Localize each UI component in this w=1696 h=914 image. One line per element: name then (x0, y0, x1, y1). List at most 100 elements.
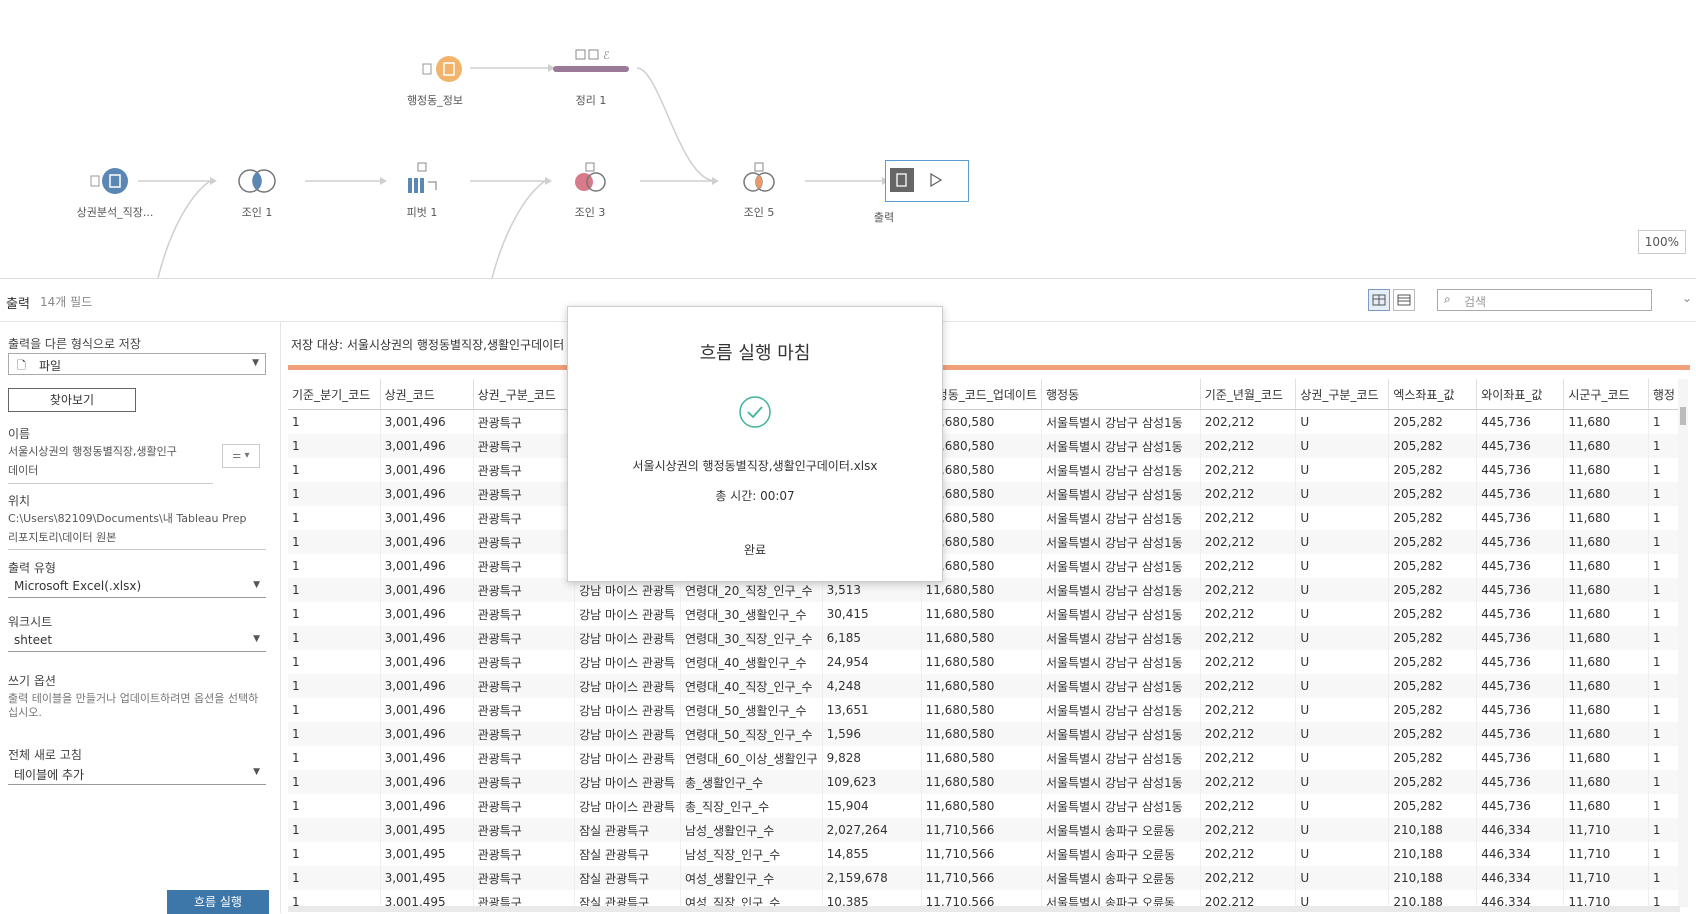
table-row[interactable]: 1 3,001,495 관광특구 잠실 관광특구 여성_직장_인구_수 10,385 11,… (288, 890, 1680, 907)
table-row[interactable]: 1 3,001,496 관광특구 강남 마이스 관광특 총_생활인구_수 109,623 1… (288, 770, 1680, 794)
column-header[interactable]: 상권_구분_코드 (473, 379, 576, 410)
table-row[interactable]: 1 3,001,496 관광특구 11,680,580 서울특별시 강남구 삼성1동 20… (288, 554, 1680, 578)
table-row[interactable]: 1 3,001,496 관광특구 강남 마이스 관광특 연령대_30_직장_인구_수 6,… (288, 626, 1680, 650)
table-cell: 3,001,496 (380, 458, 474, 482)
table-row[interactable]: 1 3,001,496 관광특구 강남 마이스 관광특 연령대_40_생활인구_수 24,… (288, 650, 1680, 674)
table-row[interactable]: 1 3,001,496 관광특구 11,680,580 서울특별시 강남구 삼성1동 20… (288, 458, 1680, 482)
vertical-scrollbar[interactable] (1678, 379, 1688, 907)
table-row[interactable]: 1 3,001,496 관광특구 강남 마이스 관광특 연령대_60_이상_생활인구 9,… (288, 746, 1680, 770)
data-grid[interactable]: 기준_분기_코드상권_코드상권_구분_코드상권_코드_명인구_구분인구_수행정동… (288, 379, 1680, 907)
table-cell: 445,736 (1476, 794, 1565, 818)
table-row[interactable]: 1 3,001,496 관광특구 11,680,580 서울특별시 강남구 삼성1동 20… (288, 530, 1680, 554)
pane-title: 출력 (6, 297, 30, 312)
column-header[interactable]: 기준_분기_코드 (288, 379, 381, 410)
table-cell: 1 (288, 794, 381, 818)
table-row[interactable]: 1 3,001,496 관광특구 강남 마이스 관광특 연령대_50_직장_인구_수 1,… (288, 722, 1680, 746)
table-cell: U (1295, 698, 1390, 722)
collapse-chevron-icon[interactable]: ⌄ (1682, 291, 1692, 305)
list-view-button[interactable] (1393, 289, 1415, 311)
table-cell: 202,212 (1200, 746, 1297, 770)
table-cell: 강남 마이스 관광특 (574, 626, 681, 650)
table-cell: 서울특별시 강남구 삼성1동 (1041, 674, 1201, 698)
table-row[interactable]: 1 3,001,496 관광특구 강남 마이스 관광특 연령대_50_생활인구_수 13,… (288, 698, 1680, 722)
table-cell: 관광특구 (473, 506, 576, 530)
table-cell: 445,736 (1476, 554, 1565, 578)
table-cell: 202,212 (1200, 506, 1297, 530)
column-header[interactable]: 엑스좌표_값 (1388, 379, 1478, 410)
document-icon (90, 168, 128, 194)
table-cell: 202,212 (1200, 794, 1297, 818)
table-cell: 445,736 (1476, 506, 1565, 530)
table-cell: U (1295, 626, 1390, 650)
table-cell: 210,188 (1388, 842, 1478, 866)
table-cell: 1 (288, 842, 381, 866)
column-header[interactable]: 행정동 (1041, 379, 1201, 410)
refresh-dropdown[interactable]: 테이블에 추가 ▼ (8, 763, 266, 785)
table-cell: 445,736 (1476, 674, 1565, 698)
table-cell: 205,282 (1388, 794, 1478, 818)
table-row[interactable]: 1 3,001,496 관광특구 11,680,580 서울특별시 강남구 삼성1동 20… (288, 482, 1680, 506)
table-cell: 1 (1648, 578, 1680, 602)
table-row[interactable]: 1 3,001,496 관광특구 11,680,580 서울특별시 강남구 삼성1동 20… (288, 434, 1680, 458)
table-cell: 3,001,496 (380, 626, 474, 650)
column-header[interactable]: 기준_년월_코드 (1200, 379, 1297, 410)
table-row[interactable]: 1 3,001,496 관광특구 강남 마이스 관광특 연령대_30_생활인구_수 30,… (288, 602, 1680, 626)
flow-node-pivot1[interactable]: 피벗 1 (352, 160, 492, 220)
flow-canvas[interactable]: 행정동_정보 ℰ 정리 1 상권분석_직장... 조인 1 피벗 1 조인 3 … (0, 0, 1696, 278)
worksheet-dropdown[interactable]: shteet ▼ (8, 630, 266, 652)
table-row[interactable]: 1 3,001,495 관광특구 잠실 관광특구 남성_직장_인구_수 14,855 11,… (288, 842, 1680, 866)
table-cell: 서울특별시 송파구 오륜동 (1041, 890, 1201, 907)
table-cell: 관광특구 (473, 794, 576, 818)
table-cell: 1 (288, 530, 381, 554)
flow-node-trade-area[interactable]: 상권분석_직장... (45, 166, 185, 220)
table-cell: 3,001,496 (380, 770, 474, 794)
search-input[interactable]: ⌕ 검색 (1437, 289, 1652, 311)
table-cell: 연령대_40_생활인구_수 (680, 650, 823, 674)
output-type-dropdown[interactable]: Microsoft Excel(.xlsx) ▼ (8, 576, 266, 598)
table-row[interactable]: 1 3,001,495 관광특구 잠실 관광특구 여성_생활인구_수 2,159,678 1… (288, 866, 1680, 890)
table-cell: 11,710,566 (921, 842, 1043, 866)
output-node-box[interactable] (885, 160, 969, 202)
name-field[interactable]: 서울시상권의 행정동별직장,생활인구 데이터 (8, 442, 213, 484)
table-row[interactable]: 1 3,001,495 관광특구 잠실 관광특구 남성_생활인구_수 2,027,264 1… (288, 818, 1680, 842)
save-as-dropdown[interactable]: 🗋 파일 ▼ (8, 353, 266, 375)
table-cell: 강남 마이스 관광특 (574, 770, 681, 794)
name-options-icon[interactable]: ⚌ ▾ (222, 444, 260, 468)
flow-node-join3[interactable]: 조인 3 (520, 160, 660, 220)
column-header[interactable]: 와이좌표_값 (1476, 379, 1565, 410)
column-header[interactable]: 시군구_코드 (1563, 379, 1649, 410)
column-header[interactable]: 상권_코드 (380, 379, 474, 410)
table-cell: 1 (1648, 434, 1680, 458)
column-header[interactable]: 행정 (1648, 379, 1680, 410)
table-cell: 205,282 (1388, 409, 1478, 434)
table-cell: 202,212 (1200, 866, 1297, 890)
table-cell: U (1295, 722, 1390, 746)
done-button[interactable]: 완료 (568, 541, 942, 558)
table-cell: 연령대_60_이상_생활인구 (680, 746, 823, 770)
flow-node-join5[interactable]: 조인 5 (689, 160, 829, 220)
scroll-thumb[interactable] (1680, 407, 1686, 425)
table-cell: U (1295, 530, 1390, 554)
table-row[interactable]: 1 3,001,496 관광특구 강남 마이스 관광특 연령대_40_직장_인구_수 4,… (288, 674, 1680, 698)
table-cell: 강남 마이스 관광특 (574, 746, 681, 770)
table-cell: 1 (288, 722, 381, 746)
browse-button[interactable]: 찾아보기 (8, 388, 136, 412)
table-row[interactable]: 1 3,001,496 관광특구 강남 마이스 관광특 연령대_20_직장_인구_수 3,… (288, 578, 1680, 602)
zoom-level[interactable]: 100% (1637, 230, 1686, 254)
table-cell: 205,282 (1388, 482, 1478, 506)
table-cell: 445,736 (1476, 770, 1565, 794)
flow-node-clean1[interactable]: ℰ 정리 1 (521, 46, 661, 108)
table-row[interactable]: 1 3,001,496 관광특구 11,680,580 서울특별시 강남구 삼성1동 20… (288, 409, 1680, 434)
table-row[interactable]: 1 3,001,496 관광특구 강남 마이스 관광특 총_직장_인구_수 15,904 1… (288, 794, 1680, 818)
table-row[interactable]: 1 3,001,496 관광특구 11,680,580 서울특별시 강남구 삼성1동 20… (288, 506, 1680, 530)
location-field[interactable]: C:\Users\82109\Documents\내 Tableau Prep … (8, 509, 266, 550)
table-cell: 관광특구 (473, 698, 576, 722)
table-cell: 관광특구 (473, 746, 576, 770)
horizontal-scrollbar[interactable] (288, 906, 1680, 912)
grid-view-button[interactable] (1368, 289, 1390, 311)
column-header[interactable]: 상권_구분_코드 (1295, 379, 1390, 410)
run-flow-button[interactable]: 흐름 실행 (167, 890, 269, 914)
flow-node-admin-info[interactable]: 행정동_정보 (365, 54, 505, 108)
flow-node-join1[interactable]: 조인 1 (187, 166, 327, 220)
table-cell: 1 (288, 482, 381, 506)
